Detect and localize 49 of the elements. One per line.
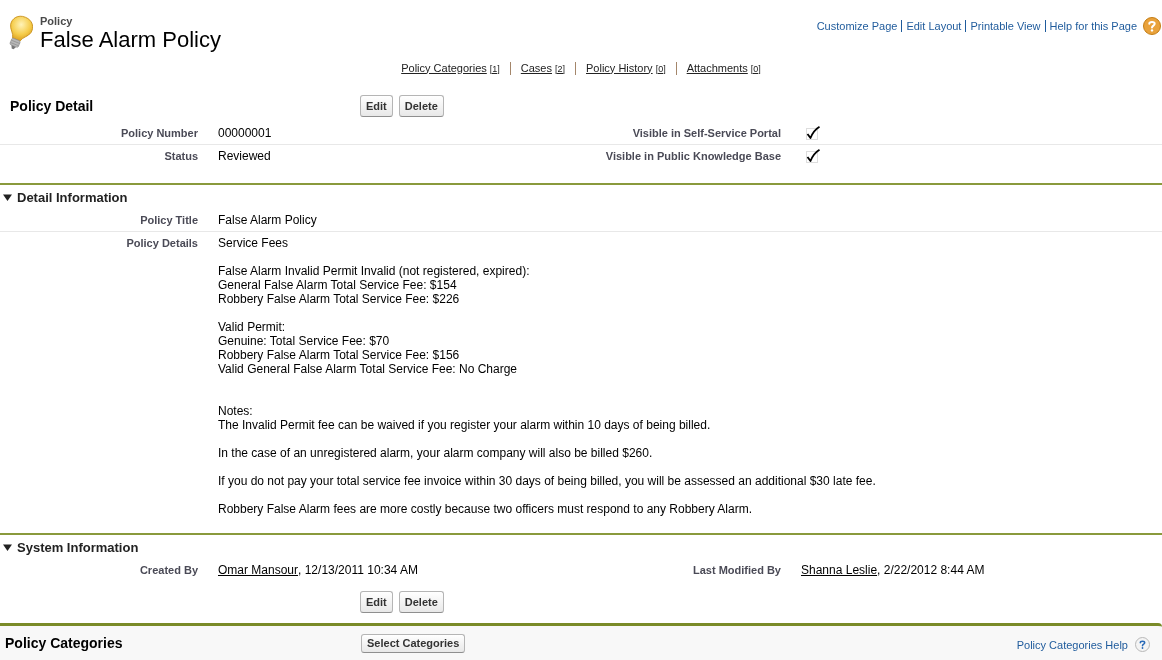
action-button[interactable]: Edit <box>360 591 393 613</box>
section-title: Policy Detail <box>9 98 95 114</box>
action-button[interactable]: Edit <box>360 95 393 117</box>
help-icon[interactable] <box>1143 17 1161 35</box>
collapse-triangle-icon[interactable] <box>3 192 12 202</box>
help-icon[interactable] <box>1135 637 1150 652</box>
collapse-triangle-icon[interactable] <box>3 542 12 552</box>
field-label: Visible in Public Knowledge Base <box>604 149 782 164</box>
field-value: False Alarm Policy <box>218 213 317 227</box>
action-button[interactable]: Delete <box>398 95 444 117</box>
section-header[interactable]: Detail Information <box>17 189 128 205</box>
field-label: Policy Title <box>139 213 199 228</box>
record-count[interactable]: [2] <box>555 62 565 75</box>
related-list-link[interactable]: Cases <box>520 61 552 74</box>
field-label: Policy Details <box>125 236 199 251</box>
paragraph: If you do not pay your total service fee invoice within 30 days of being billed, you will be assessed an additional $30 late fee. <box>218 474 876 488</box>
timestamp: , 2/22/2012 8:44 AM <box>877 563 985 577</box>
field-label: Visible in Self-Service Portal <box>631 126 782 141</box>
help-link[interactable]: Policy Categories Help <box>1016 638 1128 651</box>
object-type-label: Policy <box>40 15 73 28</box>
header-link[interactable]: Customize Page <box>812 20 902 32</box>
paragraph: In the case of an unregistered alarm, your alarm company will also be billed $260. <box>218 446 654 460</box>
field-label: Last Modified By <box>692 563 782 578</box>
field-label: Policy Number <box>119 126 199 141</box>
related-list-link[interactable]: Policy Categories <box>401 61 487 74</box>
select-categories-button[interactable]: Select Categories <box>361 633 466 653</box>
paragraph: False Alarm Invalid Permit Invalid (not registered, expired): General False Alarm Total Service Fee: $154 Robbery False Alarm Total Service Fee: $226 <box>218 264 531 306</box>
field-label: Status <box>163 149 199 164</box>
paragraph: Service Fees <box>218 236 290 250</box>
action-button[interactable]: Delete <box>398 591 444 613</box>
timestamp: , 12/13/2011 10:34 AM <box>298 563 418 577</box>
paragraph: Valid Permit: Genuine: Total Service Fee: $70 Robbery False Alarm Total Service Fee: $156 Valid General False Alarm Total Service Fee: No Charge <box>218 320 519 376</box>
section-header[interactable]: System Information <box>17 539 139 555</box>
paragraph: Robbery False Alarm fees are more costly because two officers must respond to any Robbery Alarm. <box>218 502 754 516</box>
related-list-title: Policy Categories <box>4 635 124 651</box>
record-count[interactable]: [0] <box>655 62 666 75</box>
paragraph: Notes: The Invalid Permit fee can be waived if you register your alarm within 10 days of being billed. <box>218 404 712 432</box>
record-count[interactable]: [0] <box>750 62 761 75</box>
header-link[interactable]: Edit Layout <box>901 20 966 32</box>
page-title: False Alarm Policy <box>40 28 221 52</box>
header-link[interactable]: Printable View <box>965 20 1045 32</box>
field-value: Reviewed <box>218 149 271 163</box>
field-value: 00000001 <box>218 126 272 140</box>
header-link[interactable]: Help for this Page <box>1044 20 1141 32</box>
record-count[interactable]: [1] <box>489 62 500 75</box>
user-link[interactable]: Omar Mansour <box>218 563 299 577</box>
field-label: Created By <box>138 563 199 578</box>
related-list-link[interactable]: Policy History <box>586 61 653 74</box>
related-list-link[interactable]: Attachments <box>686 61 748 74</box>
